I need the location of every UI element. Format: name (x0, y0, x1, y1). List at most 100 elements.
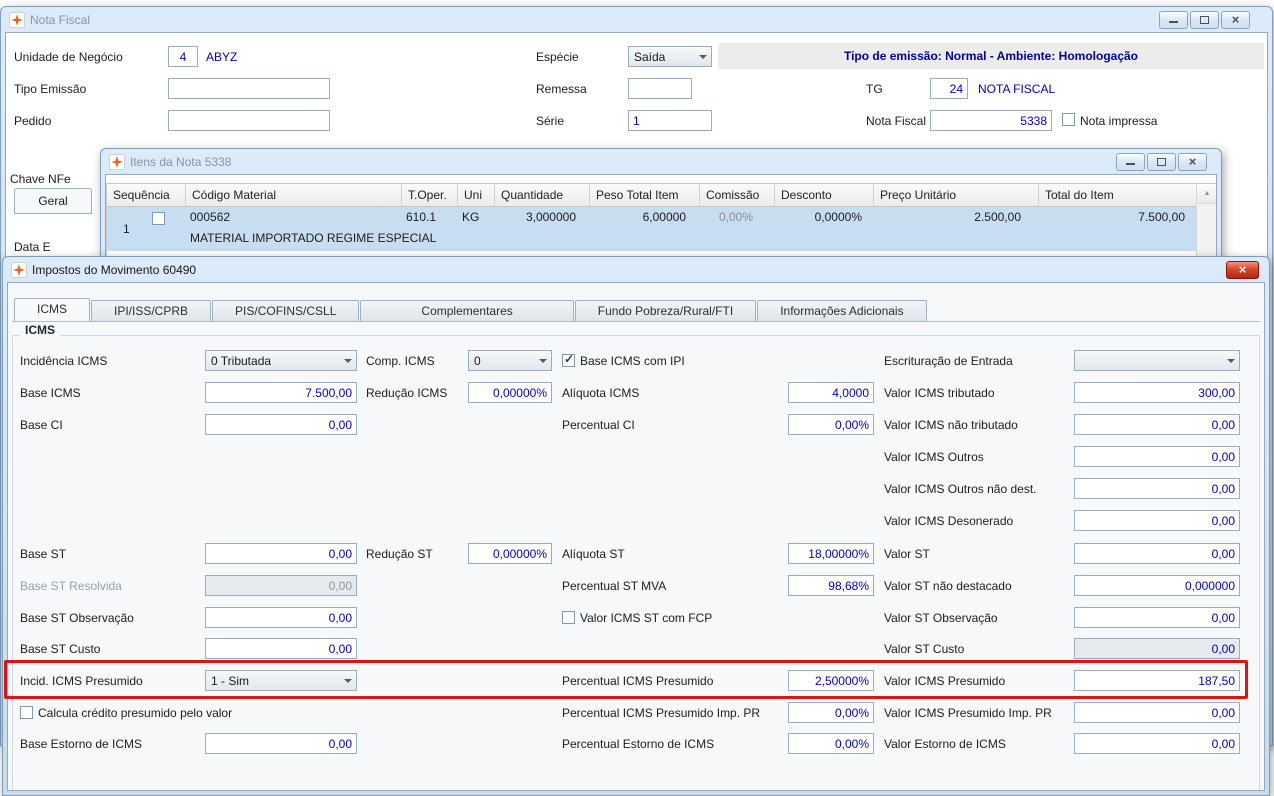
percentual-st-mva-input[interactable] (788, 575, 874, 596)
pedido-input[interactable] (168, 110, 330, 131)
base-ci-input[interactable] (205, 414, 357, 435)
tg-label: TG (866, 82, 883, 96)
window-title: Impostos do Movimento 60490 (32, 263, 1219, 277)
valor-icms-nao-tributado-input[interactable] (1074, 414, 1240, 435)
reducao-icms-input[interactable] (468, 382, 552, 403)
aliquota-st-label: Alíquota ST (562, 547, 625, 561)
tipo-emissao-input[interactable] (168, 78, 330, 99)
unidade-negocio-label: Unidade de Negócio (14, 50, 123, 64)
valor-presumido-pr-input[interactable] (1074, 702, 1240, 723)
column-header-toper[interactable]: T.Oper. (402, 184, 458, 207)
emission-banner: Tipo de emissão: Normal - Ambiente: Homo… (718, 43, 1264, 69)
comissao-cell: 0,00% (700, 207, 775, 251)
tab-complementares[interactable]: Complementares (360, 300, 573, 321)
column-header-total-item[interactable]: Total do Item (1039, 184, 1197, 207)
incidencia-icms-select[interactable]: 0 Tributada (205, 350, 357, 371)
tab-ipi-iss-cprb[interactable]: IPI/ISS/CPRB (91, 300, 211, 321)
sequencia-cell: 1 (107, 207, 186, 251)
window-title: Itens da Nota 5338 (130, 155, 1109, 169)
base-st-input[interactable] (205, 543, 357, 564)
especie-select[interactable]: Saída (628, 46, 712, 67)
base-icms-ipi-checkbox[interactable] (562, 354, 575, 367)
tab-fundo-pobreza[interactable]: Fundo Pobreza/Rural/FTI (575, 300, 756, 321)
valor-st-observacao-label: Valor ST Observação (884, 611, 998, 625)
percentual-ci-input[interactable] (788, 414, 874, 435)
valor-icms-outros-nd-input[interactable] (1074, 478, 1240, 499)
itens-titlebar[interactable]: Itens da Nota 5338 × (105, 149, 1217, 174)
row-select-checkbox[interactable] (152, 212, 165, 225)
valor-st-nao-destacado-label: Valor ST não destacado (884, 579, 1012, 593)
table-row[interactable]: 1 000562 MATERIAL IMPORTADO REGIME ESPEC… (107, 207, 1217, 251)
column-header-comissao[interactable]: Comissão (700, 184, 775, 207)
minimize-button[interactable] (1159, 11, 1188, 29)
minimize-icon (1126, 158, 1135, 165)
tab-geral[interactable]: Geral (14, 188, 92, 214)
column-header-uni[interactable]: Uni (458, 184, 495, 207)
nota-impressa-checkbox[interactable] (1062, 113, 1075, 126)
base-st-custo-input[interactable] (205, 638, 357, 659)
tab-pis-cofins-csll[interactable]: PIS/COFINS/CSLL (212, 300, 359, 321)
escrituracao-entrada-label: Escrituração de Entrada (884, 354, 1013, 368)
column-header-quantidade[interactable]: Quantidade (495, 184, 590, 207)
percentual-estorno-icms-input[interactable] (788, 733, 874, 754)
valor-presumido-pr-label: Valor ICMS Presumido Imp. PR (884, 706, 1052, 720)
serie-input[interactable] (628, 110, 712, 131)
percentual-presumido-pr-input[interactable] (788, 702, 874, 723)
icms-group-legend: ICMS (20, 323, 60, 337)
tab-icms[interactable]: ICMS (14, 298, 90, 321)
impostos-titlebar[interactable]: Impostos do Movimento 60490 × (7, 257, 1265, 282)
valor-estorno-icms-input[interactable] (1074, 733, 1240, 754)
highlight-annotation (4, 660, 1248, 699)
calcula-credito-presumido-checkbox[interactable] (20, 706, 33, 719)
restore-button[interactable] (1147, 153, 1176, 171)
close-button[interactable]: × (1178, 153, 1207, 171)
scroll-up-icon[interactable]: ▲ (1197, 184, 1217, 204)
base-st-observacao-input[interactable] (205, 607, 357, 628)
column-header-peso-total[interactable]: Peso Total Item (590, 184, 700, 207)
valor-icms-desonerado-input[interactable] (1074, 510, 1240, 531)
valor-estorno-icms-label: Valor Estorno de ICMS (884, 737, 1006, 751)
base-st-custo-label: Base ST Custo (20, 642, 100, 656)
itens-grid-header: Sequência Código Material T.Oper. Uni Qu… (107, 184, 1217, 207)
aliquota-st-input[interactable] (788, 543, 874, 564)
valor-st-observacao-input[interactable] (1074, 607, 1240, 628)
calcula-credito-presumido-label: Calcula crédito presumido pelo valor (38, 706, 232, 720)
valor-st-custo-label: Valor ST Custo (884, 642, 964, 656)
reducao-icms-label: Redução ICMS (366, 386, 447, 400)
nota-fiscal-input[interactable] (930, 110, 1052, 131)
impostos-window: Impostos do Movimento 60490 × ICMS IPI/I… (2, 256, 1270, 796)
valor-st-input[interactable] (1074, 543, 1240, 564)
codigo-material-cell: 000562 MATERIAL IMPORTADO REGIME ESPECIA… (186, 207, 402, 251)
unidade-negocio-input[interactable] (168, 46, 198, 67)
column-header-codigo-material[interactable]: Código Material (186, 184, 402, 207)
base-st-observacao-label: Base ST Observação (20, 611, 134, 625)
valor-icms-st-fcp-checkbox[interactable] (562, 611, 575, 624)
tg-input[interactable] (930, 78, 968, 99)
tab-informacoes-adicionais[interactable]: Informações Adicionais (757, 300, 926, 321)
remessa-input[interactable] (628, 78, 692, 99)
escrituracao-entrada-select[interactable] (1074, 350, 1240, 371)
reducao-st-input[interactable] (468, 543, 552, 564)
restore-button[interactable] (1190, 11, 1219, 29)
base-st-resolvida-input (205, 575, 357, 596)
comp-icms-select[interactable]: 0 (468, 350, 552, 371)
base-icms-input[interactable] (205, 382, 357, 403)
desconto-cell: 0,0000% (775, 207, 874, 251)
valor-icms-outros-input[interactable] (1074, 446, 1240, 467)
column-header-preco-unitario[interactable]: Preço Unitário (874, 184, 1039, 207)
base-estorno-icms-input[interactable] (205, 733, 357, 754)
close-button[interactable]: × (1221, 11, 1250, 29)
valor-icms-tributado-input[interactable] (1074, 382, 1240, 403)
minimize-button[interactable] (1116, 153, 1145, 171)
especie-label: Espécie (536, 50, 579, 64)
nota-fiscal-titlebar[interactable]: Nota Fiscal × (5, 7, 1268, 32)
valor-icms-outros-nd-label: Valor ICMS Outros não dest. (884, 482, 1037, 496)
column-header-desconto[interactable]: Desconto (775, 184, 874, 207)
aliquota-icms-input[interactable] (788, 382, 874, 403)
valor-st-nao-destacado-input[interactable] (1074, 575, 1240, 596)
column-header-sequencia[interactable]: Sequência (107, 184, 186, 207)
close-button[interactable]: × (1226, 261, 1259, 279)
sequencia-value: 1 (123, 222, 130, 236)
pedido-label: Pedido (14, 114, 51, 128)
valor-icms-nao-tributado-label: Valor ICMS não tributado (884, 418, 1018, 432)
